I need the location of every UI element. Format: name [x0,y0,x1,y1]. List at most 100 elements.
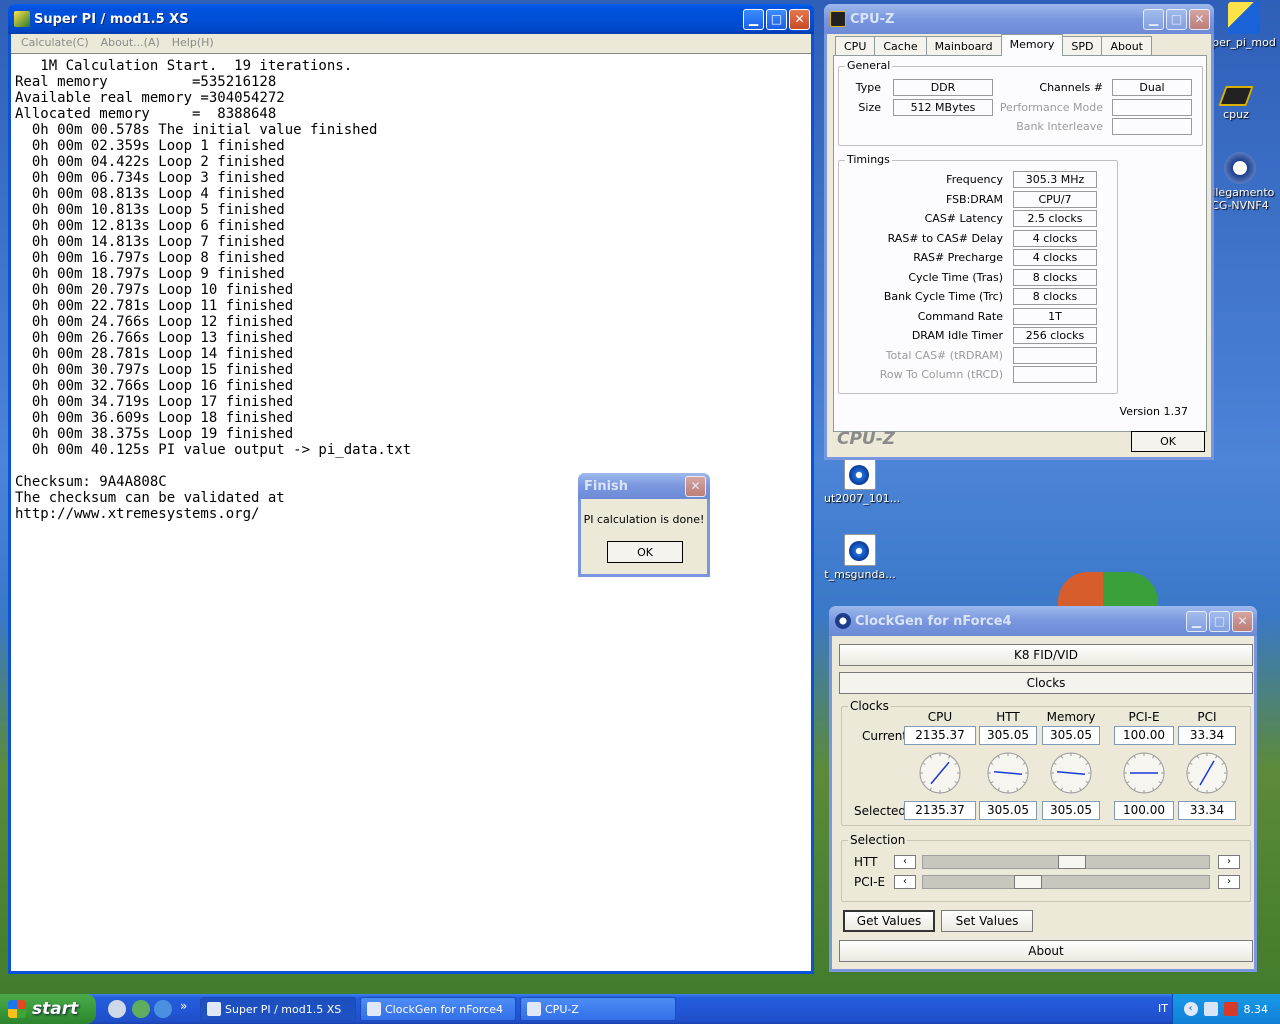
console-line: 0h 00m 30.797s Loop 15 finished [15,362,294,378]
timing-label: Bank Cycle Time (Trc) [883,290,1003,303]
tab-spd[interactable]: SPD [1062,36,1103,56]
quicklaunch-media-icon[interactable] [108,1000,126,1018]
current-clock-value: 33.34 [1178,726,1236,745]
get-values-button[interactable]: Get Values [843,910,935,932]
htt-increase-button[interactable]: › [1218,855,1240,869]
start-button[interactable]: start [0,994,96,1024]
k8-fid-vid-button[interactable]: K8 FID/VID [839,644,1253,666]
clock-column-header: Memory [1046,710,1096,724]
clock-gauge-icon [919,752,961,794]
console-line: 0h 00m 26.766s Loop 13 finished [15,330,294,346]
htt-decrease-button[interactable]: ‹ [894,855,916,869]
tray-network-icon[interactable] [1203,1002,1218,1016]
selected-clock-value: 305.05 [979,801,1037,820]
console-line: 0h 00m 22.781s Loop 11 finished [15,298,294,314]
timing-value: 8 clocks [1013,268,1097,286]
current-label: Current [862,729,908,743]
close-button[interactable]: ✕ [1189,8,1210,30]
timing-label: Frequency [946,173,1003,186]
cpuz-window[interactable]: CPU-Z ▁ □ ✕ CPU Cache Mainboard Memory S… [824,4,1214,460]
set-values-button[interactable]: Set Values [941,910,1033,932]
timing-label: CAS# Latency [924,212,1003,225]
console-line: Allocated memory = 8388648 [15,106,277,122]
type-value: DDR [893,79,993,96]
tab-cache[interactable]: Cache [874,36,927,56]
desktop-icon-superpi[interactable]: per_pi_mod [1208,2,1280,49]
pcie-slider[interactable] [922,875,1210,889]
pcie-slider-thumb[interactable] [1014,875,1042,889]
quicklaunch-more-icon[interactable]: » [180,999,187,1013]
tab-cpu[interactable]: CPU [835,36,876,56]
maximize-button[interactable]: □ [1166,8,1187,30]
finish-dialog[interactable]: Finish ✕ PI calculation is done! OK [578,473,710,577]
selected-clock-value: 305.05 [1042,801,1100,820]
window-title: CPU-Z [850,11,895,27]
current-clock-value: 2135.37 [904,726,976,745]
bank-interleave-label: Bank Interleave [1016,120,1103,133]
superpi-menubar: Calculate(C) About...(A) Help(H) [11,34,811,52]
menu-calculate[interactable]: Calculate(C) [15,34,95,52]
pcie-increase-button[interactable]: › [1218,875,1240,889]
desktop-icon-ut2007[interactable]: ut2007_101... [824,458,900,505]
media-file-icon [844,534,876,566]
cpuz-ok-button[interactable]: OK [1131,431,1205,452]
cpuz-tabs: CPU Cache Mainboard Memory SPD About [835,34,1152,56]
menu-help[interactable]: Help(H) [166,34,220,52]
taskbar-item-cpuz[interactable]: CPU-Z [520,997,676,1021]
clockgen-window[interactable]: ClockGen for nForce4 ▁ □ ✕ K8 FID/VID Cl… [829,606,1257,972]
console-line: 0h 00m 04.422s Loop 2 finished [15,154,285,170]
clockgen-titlebar[interactable]: ClockGen for nForce4 ▁ □ ✕ [829,606,1257,636]
clockgen-app-icon [835,613,851,629]
quicklaunch-app-icon[interactable] [132,1000,150,1018]
close-button[interactable]: ✕ [1232,610,1253,632]
cpuz-titlebar[interactable]: CPU-Z ▁ □ ✕ [824,4,1214,34]
size-label: Size [858,101,881,114]
pcie-decrease-button[interactable]: ‹ [894,875,916,889]
htt-slider-thumb[interactable] [1058,855,1086,869]
current-clock-value: 100.00 [1114,726,1174,745]
close-button[interactable]: ✕ [789,8,810,30]
timing-label: DRAM Idle Timer [911,329,1003,342]
tab-about[interactable]: About [1101,36,1152,56]
about-button[interactable]: About [839,940,1253,962]
clock-gauge-icon [1186,752,1228,794]
selected-clock-value: 2135.37 [904,801,976,820]
quicklaunch-browser-icon[interactable] [154,1000,172,1018]
minimize-button[interactable]: ▁ [1186,610,1207,632]
finish-ok-button[interactable]: OK [607,541,683,563]
language-indicator[interactable]: IT [1158,1002,1168,1015]
menu-about[interactable]: About...(A) [95,34,166,52]
htt-slider[interactable] [922,855,1210,869]
tray-expand-icon[interactable]: ‹ [1183,1002,1198,1016]
media-file-icon [844,458,876,490]
taskbar-item-clockgen[interactable]: ClockGen for nForce4 [360,997,516,1021]
tray-security-icon[interactable] [1223,1002,1238,1016]
group-legend: Clocks [848,699,891,713]
cpuz-brand-logo: CPU-Z [837,429,896,449]
maximize-button[interactable]: □ [1209,610,1230,632]
taskbar-item-superpi[interactable]: Super PI / mod1.5 XS [200,997,356,1021]
superpi-titlebar[interactable]: Super PI / mod1.5 XS ▁ □ ✕ [8,4,814,34]
desktop-icon-msgunda[interactable]: t_msgunda... [824,534,896,581]
timing-label: Command Rate [917,309,1003,323]
minimize-button[interactable]: ▁ [1143,8,1164,30]
timing-value: 4 clocks [1013,249,1097,266]
timing-label: RAS# Precharge [913,251,1003,264]
maximize-button[interactable]: □ [766,8,787,30]
minimize-button[interactable]: ▁ [743,8,764,30]
console-line: 0h 00m 40.125s PI value output -> pi_dat… [15,442,412,458]
console-line: 0h 00m 36.609s Loop 18 finished [15,410,294,426]
clocks-button[interactable]: Clocks [839,672,1253,694]
desktop-icon-clockgen[interactable]: ollegamento CG-NVNF4 [1204,152,1276,212]
selected-clock-value: 100.00 [1114,801,1174,820]
window-title: Super PI / mod1.5 XS [34,11,189,27]
finish-titlebar[interactable]: Finish ✕ [578,473,710,499]
clock-gauge-icon [1050,752,1092,794]
type-label: Type [855,81,881,94]
taskbar-item-label: ClockGen for nForce4 [385,1002,503,1016]
close-button[interactable]: ✕ [685,475,706,497]
tray-clock: 8.34 [1243,1002,1269,1016]
tab-memory[interactable]: Memory [1000,34,1064,56]
tab-mainboard[interactable]: Mainboard [925,36,1002,56]
console-line: Available real memory =304054272 [15,90,285,106]
